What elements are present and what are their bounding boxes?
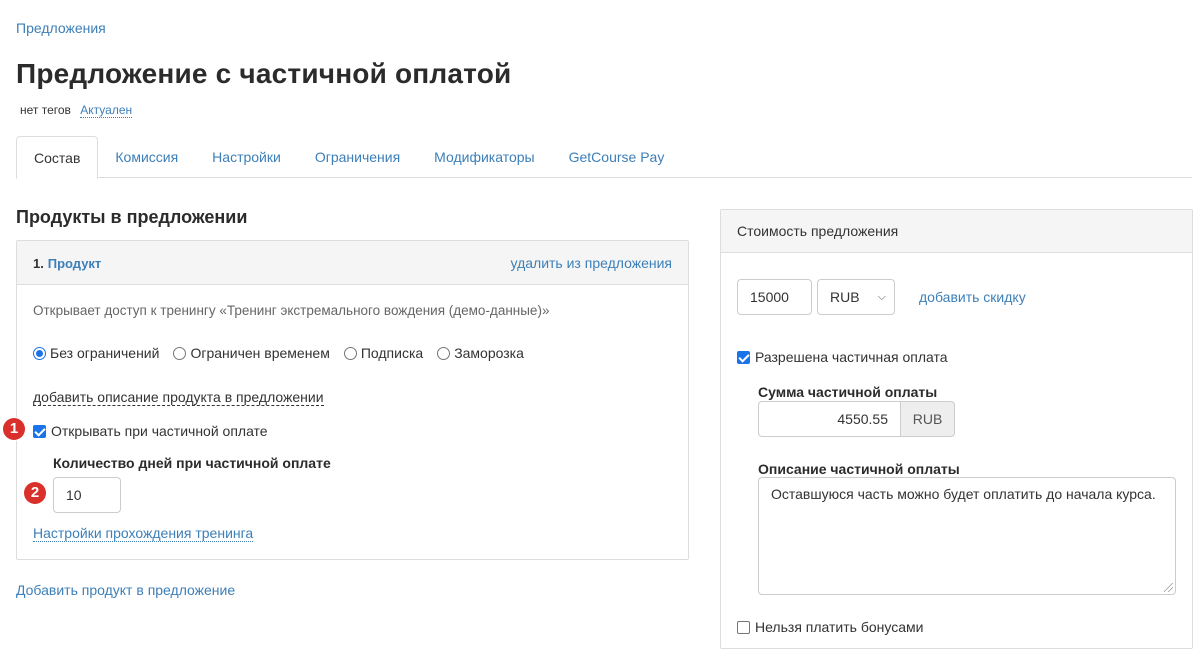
annotation-badge-1: 1 xyxy=(3,418,25,440)
training-settings-link[interactable]: Настройки прохождения тренинга xyxy=(33,525,254,542)
annotation-badge-2: 2 xyxy=(24,482,46,504)
open-on-partial-checkbox-row[interactable]: Открывать при частичной оплате xyxy=(33,423,268,439)
no-bonus-checkbox-row[interactable]: Нельзя платить бонусами xyxy=(737,619,923,635)
partial-sum-group: RUB xyxy=(758,401,955,437)
tab-commission[interactable]: Комиссия xyxy=(98,136,195,178)
tab-composition[interactable]: Состав xyxy=(16,136,99,179)
checkbox-unchecked-icon[interactable] xyxy=(737,620,750,634)
currency-select[interactable]: RUB ⌵ xyxy=(817,279,895,315)
tags-label: нет тегов xyxy=(20,103,71,117)
page-title: Предложение с частичной оплатой xyxy=(16,58,512,89)
checkbox-checked-icon[interactable] xyxy=(33,424,46,438)
access-type-radios: Без ограничений Ограничен временем Подпи… xyxy=(33,345,538,361)
add-product-link[interactable]: Добавить продукт в предложение xyxy=(16,582,235,598)
offer-meta: нет тегов Актуален xyxy=(20,103,133,118)
tab-getcourse-pay[interactable]: GetCourse Pay xyxy=(552,136,682,178)
partial-days-label: Количество дней при частичной оплате xyxy=(53,455,331,471)
add-discount-link[interactable]: добавить скидку xyxy=(919,289,1026,305)
radio-freeze[interactable]: Заморозка xyxy=(437,345,524,361)
products-section-title: Продукты в предложении xyxy=(16,207,248,227)
resize-grip-icon[interactable] xyxy=(1164,583,1173,592)
tab-modifiers[interactable]: Модификаторы xyxy=(417,136,551,178)
radio-checked-icon[interactable] xyxy=(33,346,46,360)
cost-panel: Стоимость предложения RUB ⌵ добавить ски… xyxy=(720,209,1193,649)
add-product-description-link[interactable]: добавить описание продукта в предложении xyxy=(33,389,324,406)
radio-label: Без ограничений xyxy=(50,345,160,361)
partial-description-text: Оставшуюся часть можно будет оплатить до… xyxy=(771,486,1156,502)
partial-allowed-checkbox-row[interactable]: Разрешена частичная оплата xyxy=(737,349,948,365)
product-panel: 1. Продукт удалить из предложения Открыв… xyxy=(16,240,689,560)
product-description: Открывает доступ к тренингу «Тренинг экс… xyxy=(33,303,550,318)
breadcrumb-link[interactable]: Предложения xyxy=(16,20,106,36)
partial-description-label: Описание частичной оплаты xyxy=(758,461,960,477)
checkbox-checked-icon[interactable] xyxy=(737,350,750,364)
currency-selected-value: RUB xyxy=(830,289,860,305)
cost-panel-title: Стоимость предложения xyxy=(721,210,1192,253)
product-header: 1. Продукт удалить из предложения xyxy=(17,241,688,285)
radio-label: Ограничен временем xyxy=(190,345,330,361)
tab-settings[interactable]: Настройки xyxy=(195,136,298,178)
radio-unchecked-icon[interactable] xyxy=(343,346,357,360)
product-name-link[interactable]: Продукт xyxy=(48,256,102,271)
checkbox-label: Открывать при частичной оплате xyxy=(51,423,268,439)
remove-product-link[interactable]: удалить из предложения xyxy=(511,255,672,271)
chevron-down-icon: ⌵ xyxy=(877,291,886,303)
status-link[interactable]: Актуален xyxy=(80,103,133,118)
radio-unlimited[interactable]: Без ограничений xyxy=(33,345,159,361)
radio-unchecked-icon[interactable] xyxy=(437,346,451,360)
radio-label: Заморозка xyxy=(454,345,524,361)
radio-unchecked-icon[interactable] xyxy=(173,346,187,360)
tab-restrictions[interactable]: Ограничения xyxy=(298,136,417,178)
partial-sum-label: Сумма частичной оплаты xyxy=(758,384,938,400)
partial-description-textarea[interactable]: Оставшуюся часть можно будет оплатить до… xyxy=(758,477,1176,595)
price-input[interactable] xyxy=(737,279,812,315)
tab-bar: Состав Комиссия Настройки Ограничения Мо… xyxy=(16,136,1192,179)
partial-days-input[interactable] xyxy=(53,477,121,513)
partial-sum-input[interactable] xyxy=(758,401,901,437)
checkbox-label: Нельзя платить бонусами xyxy=(755,619,924,635)
radio-label: Подписка xyxy=(360,345,424,361)
radio-time-limited[interactable]: Ограничен временем xyxy=(173,345,330,361)
partial-sum-currency-addon: RUB xyxy=(901,401,955,437)
radio-subscription[interactable]: Подписка xyxy=(343,345,424,361)
product-number: 1. xyxy=(33,255,44,271)
checkbox-label: Разрешена частичная оплата xyxy=(755,349,948,365)
